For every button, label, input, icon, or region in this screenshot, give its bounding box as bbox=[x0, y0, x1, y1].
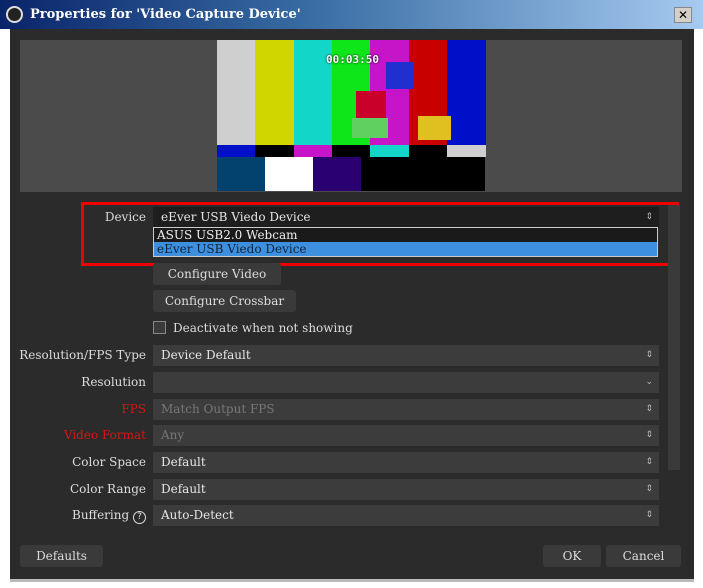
color-range-select[interactable]: Default ⇕ bbox=[153, 479, 659, 500]
label-text: FPS bbox=[121, 402, 146, 416]
label-text: Color Space bbox=[72, 455, 146, 469]
color-bar bbox=[313, 157, 361, 191]
label-text: Video Format bbox=[63, 428, 146, 442]
cancel-button[interactable]: Cancel bbox=[606, 545, 681, 567]
preview-timestamp: 00:03:50 bbox=[326, 53, 379, 66]
video-format-select[interactable]: Any ⇕ bbox=[153, 425, 659, 446]
color-block bbox=[356, 91, 386, 118]
label-text: Resolution/FPS Type bbox=[19, 348, 146, 362]
color-space-select[interactable]: Default ⇕ bbox=[153, 452, 659, 473]
color-bar bbox=[408, 145, 448, 157]
resolution-fps-type-label: Resolution/FPS Type bbox=[19, 348, 146, 362]
dropdown-arrow-icon: ⌄ bbox=[645, 377, 653, 387]
color-bar bbox=[217, 40, 256, 145]
color-bar bbox=[265, 157, 313, 191]
select-value: Device Default bbox=[161, 348, 251, 362]
color-bar bbox=[217, 145, 256, 157]
select-value: Default bbox=[161, 455, 206, 469]
color-block bbox=[386, 62, 413, 89]
select-value: Auto-Detect bbox=[161, 508, 234, 522]
resolution-label: Resolution bbox=[81, 375, 146, 389]
ok-button[interactable]: OK bbox=[543, 545, 601, 567]
color-bar bbox=[446, 145, 486, 157]
title-bar: Properties for 'Video Capture Device' bbox=[0, 0, 703, 29]
highlight-box bbox=[81, 202, 679, 266]
configure-video-button[interactable]: Configure Video bbox=[153, 263, 281, 285]
window-border bbox=[10, 579, 694, 582]
color-bar bbox=[370, 145, 410, 157]
help-icon[interactable]: ? bbox=[133, 511, 146, 524]
color-bar bbox=[217, 157, 265, 191]
video-format-label: Video Format bbox=[64, 428, 146, 442]
scrollbar[interactable] bbox=[668, 205, 680, 470]
dropdown-arrow-icon: ⇕ bbox=[645, 404, 653, 414]
deactivate-checkbox[interactable] bbox=[153, 321, 166, 334]
color-bar bbox=[446, 40, 486, 145]
resolution-fps-type-select[interactable]: Device Default ⇕ bbox=[153, 345, 659, 366]
label-text: Resolution bbox=[81, 375, 146, 389]
defaults-button[interactable]: Defaults bbox=[20, 545, 103, 567]
close-button[interactable]: ✕ bbox=[674, 7, 692, 23]
select-value: Any bbox=[161, 428, 185, 442]
select-value: Default bbox=[161, 482, 206, 496]
resolution-select[interactable]: ⌄ bbox=[153, 372, 659, 393]
label-text: Buffering bbox=[72, 508, 130, 522]
configure-crossbar-button[interactable]: Configure Crossbar bbox=[153, 290, 296, 312]
dropdown-arrow-icon: ⇕ bbox=[645, 350, 653, 360]
color-bar bbox=[361, 157, 485, 191]
dropdown-arrow-icon: ⇕ bbox=[645, 430, 653, 440]
fps-label: FPS bbox=[121, 402, 146, 416]
select-value: Match Output FPS bbox=[161, 402, 275, 416]
color-bar bbox=[331, 145, 371, 157]
deactivate-label: Deactivate when not showing bbox=[173, 321, 353, 335]
fps-select[interactable]: Match Output FPS ⇕ bbox=[153, 399, 659, 420]
dropdown-arrow-icon: ⇕ bbox=[645, 484, 653, 494]
color-bar bbox=[255, 40, 295, 145]
color-block bbox=[418, 116, 451, 140]
dropdown-arrow-icon: ⇕ bbox=[645, 457, 653, 467]
buffering-select[interactable]: Auto-Detect ⇕ bbox=[153, 505, 659, 526]
color-bar bbox=[255, 145, 295, 157]
label-text: Color Range bbox=[70, 482, 146, 496]
color-bar bbox=[293, 145, 333, 157]
color-space-label: Color Space bbox=[72, 455, 146, 469]
color-range-label: Color Range bbox=[70, 482, 146, 496]
color-block bbox=[352, 118, 388, 138]
obs-app-icon bbox=[6, 6, 23, 23]
dropdown-arrow-icon: ⇕ bbox=[645, 510, 653, 520]
buffering-label: Buffering ? bbox=[72, 508, 146, 524]
